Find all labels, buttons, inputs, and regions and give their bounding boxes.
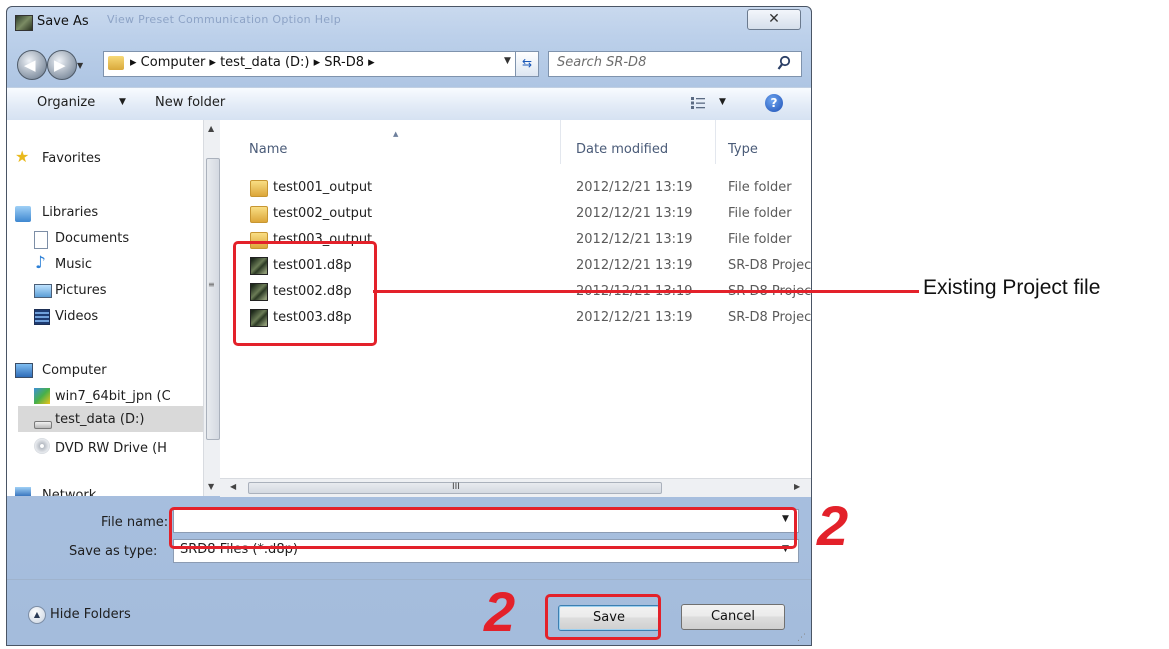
folder-icon [108,56,124,70]
hide-folders-button[interactable]: Hide Folders [50,607,131,622]
refresh-button[interactable]: ⇆ [515,51,539,77]
horizontal-scrollbar[interactable]: ◀ III ▶ [220,478,811,497]
videos-icon [34,309,50,325]
file-date: 2012/12/21 13:19 [576,258,693,273]
app-icon [15,15,33,31]
save-type-label: Save as type: [69,544,158,559]
nav-item-computer[interactable]: Computer [42,363,107,378]
file-name[interactable]: test001_output [273,180,372,195]
file-type: File folder [728,206,792,221]
file-name-highlight [169,507,797,549]
navigation-scrollbar[interactable]: ▲ ≡ ▼ [203,120,221,496]
sort-ascending-icon: ▲ [393,130,399,138]
nav-item-videos[interactable]: Videos [55,309,98,324]
file-date: 2012/12/21 13:19 [576,232,693,247]
file-name-label: File name: [101,515,169,530]
forward-arrow-icon: ▶ [54,56,66,74]
hide-folders-chevron-icon[interactable]: ▲ [28,606,46,624]
scroll-left-icon[interactable]: ◀ [230,482,236,491]
file-name[interactable]: test002_output [273,206,372,221]
close-button[interactable]: ✕ [747,9,801,30]
command-toolbar: Organize ▼ New folder ▼ ? [7,87,811,121]
browser-content: ★ Favorites Libraries Documents ♪ Music … [7,120,812,497]
nav-item-music[interactable]: Music [55,257,92,272]
nav-item-pictures[interactable]: Pictures [55,283,106,298]
scroll-grip-icon: ≡ [208,280,215,289]
address-dropdown-icon[interactable]: ▼ [504,56,511,66]
divider [7,579,811,580]
column-divider[interactable] [715,120,716,164]
back-button[interactable]: ◀ [17,50,47,80]
scroll-right-icon[interactable]: ▶ [794,482,800,491]
column-header-type[interactable]: Type [728,142,758,157]
step-number-save: 2 [484,580,516,643]
forward-button[interactable]: ▶ [47,50,77,80]
window-title: Save As [37,14,89,29]
organize-button[interactable]: Organize [37,95,95,110]
libraries-icon [15,206,31,222]
nav-item-network[interactable]: Network [42,488,96,496]
callout-line [373,290,919,293]
column-header-name[interactable]: Name [249,142,287,157]
help-icon[interactable]: ? [765,94,783,112]
nav-item-drive-d[interactable]: test_data (D:) [55,412,144,427]
network-icon [15,487,31,496]
hard-drive-icon [34,421,52,429]
dvd-drive-icon [34,438,50,454]
file-date: 2012/12/21 13:19 [576,206,693,221]
nav-item-drive-c[interactable]: win7_64bit_jpn (C [55,389,171,404]
save-button-highlight [545,594,661,640]
scrollbar-thumb[interactable] [206,158,220,440]
column-divider[interactable] [560,120,561,164]
cancel-button[interactable]: Cancel [681,604,785,630]
back-arrow-icon: ◀ [24,56,36,74]
nav-item-favorites[interactable]: Favorites [42,151,101,166]
column-header-date[interactable]: Date modified [576,142,668,157]
scroll-down-icon[interactable]: ▼ [208,482,214,491]
search-input[interactable]: Search SR-D8 [548,51,802,77]
recent-pages-dropdown-icon[interactable]: ▼ [77,61,83,70]
search-icon[interactable] [777,55,791,71]
scroll-grip-icon: III [452,482,460,492]
background-menu-bar: View Preset Communication Option Help [107,13,341,26]
view-options-icon[interactable] [691,97,705,109]
file-date: 2012/12/21 13:19 [576,180,693,195]
nav-item-libraries[interactable]: Libraries [42,205,98,220]
file-type: SR-D8 Projec [728,258,812,273]
folder-icon [250,180,268,197]
search-placeholder: Search SR-D8 [557,55,647,70]
scroll-up-icon[interactable]: ▲ [208,124,214,133]
nav-item-dvd-drive[interactable]: DVD RW Drive (H [55,441,167,456]
star-icon: ★ [15,147,30,166]
pictures-icon [34,284,52,298]
folder-icon [250,206,268,223]
nav-item-documents[interactable]: Documents [55,231,129,246]
windows-drive-icon [34,388,50,404]
existing-files-highlight [233,241,377,346]
file-type: File folder [728,180,792,195]
music-icon: ♪ [35,253,46,273]
resize-grip-icon[interactable]: ⋰ [797,633,806,643]
computer-icon [15,363,33,378]
file-type: File folder [728,232,792,247]
address-path[interactable]: ▸ Computer ▸ test_data (D:) ▸ SR-D8 ▸ [130,55,375,70]
new-folder-button[interactable]: New folder [155,95,225,110]
chevron-down-icon[interactable]: ▼ [119,97,126,107]
step-number-file-name: 2 [817,494,849,557]
navigation-pane: ★ Favorites Libraries Documents ♪ Music … [7,120,203,496]
nav-item-network-clip: Network [7,482,203,496]
documents-icon [34,231,48,249]
address-bar[interactable]: ▸ Computer ▸ test_data (D:) ▸ SR-D8 ▸ ▼ [103,51,535,77]
file-type: SR-D8 Projec [728,310,812,325]
existing-project-file-callout: Existing Project file [923,276,1101,299]
file-date: 2012/12/21 13:19 [576,310,693,325]
view-dropdown-icon[interactable]: ▼ [719,97,726,107]
save-as-dialog: Save As View Preset Communication Option… [6,6,812,646]
title-bar[interactable]: Save As View Preset Communication Option… [7,7,811,37]
